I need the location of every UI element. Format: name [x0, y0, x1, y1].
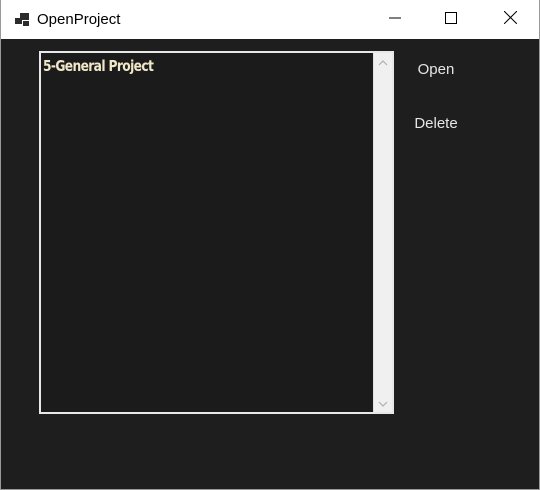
list-item[interactable]: 5-General Project — [43, 57, 154, 75]
maximize-icon — [445, 11, 457, 29]
title-bar[interactable]: OpenProject — [1, 0, 539, 39]
scroll-up-button[interactable] — [374, 53, 392, 71]
project-listbox[interactable]: 5-General Project — [39, 51, 394, 414]
scroll-down-button[interactable] — [374, 394, 392, 412]
window-title: OpenProject — [37, 11, 121, 28]
minimize-button[interactable] — [372, 0, 418, 39]
window-stack-icon — [14, 12, 30, 28]
project-list: 5-General Project — [41, 53, 373, 412]
minimize-icon — [389, 11, 401, 29]
chevron-down-icon — [378, 394, 388, 412]
close-button[interactable] — [487, 0, 533, 39]
open-project-window: OpenProject 5-General Project Open Delet… — [0, 0, 540, 490]
maximize-button[interactable] — [428, 0, 474, 39]
vertical-scrollbar[interactable] — [373, 53, 392, 412]
open-button[interactable]: Open — [401, 58, 471, 82]
chevron-up-icon — [378, 53, 388, 71]
close-icon — [503, 10, 517, 29]
delete-button[interactable]: Delete — [401, 112, 471, 136]
